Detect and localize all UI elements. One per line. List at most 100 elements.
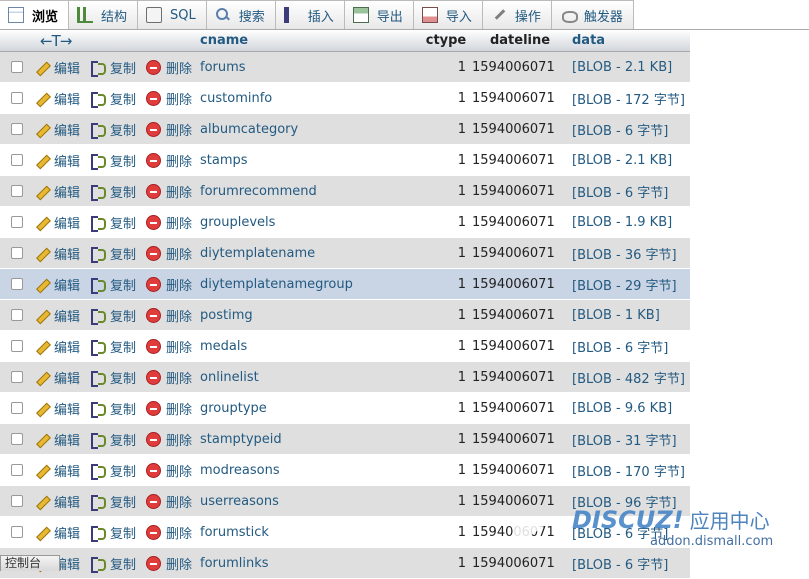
copy-button[interactable]: 复制 [90,461,136,480]
copy-button[interactable]: 复制 [90,523,136,542]
edit-button[interactable]: 编辑 [34,461,80,480]
table-row[interactable]: 编辑 复制 删除 onlinelist 1 1594006071 [BLOB - 482 字… [0,362,690,393]
delete-button[interactable]: 删除 [146,399,192,418]
cell-data-blob-link[interactable]: [BLOB - 1.9 KB] [568,215,690,230]
delete-button[interactable]: 删除 [146,244,192,263]
row-checkbox[interactable] [11,464,23,476]
table-row[interactable]: 编辑 复制 删除 forumrecommend 1 1594006071 [BLOB - 6… [0,176,690,207]
delete-button[interactable]: 删除 [146,337,192,356]
row-checkbox[interactable] [11,340,23,352]
row-checkbox[interactable] [11,526,23,538]
tab-3[interactable]: 搜索 [206,0,276,29]
tab-6[interactable]: 导入 [413,0,483,29]
copy-button[interactable]: 复制 [90,58,136,77]
delete-button[interactable]: 删除 [146,275,192,294]
cell-data-blob-link[interactable]: [BLOB - 6 字节] [568,554,690,573]
delete-button[interactable]: 删除 [146,523,192,542]
delete-button[interactable]: 删除 [146,492,192,511]
edit-button[interactable]: 编辑 [34,275,80,294]
column-arrows-toggle[interactable]: ←T→ [34,32,196,50]
delete-button[interactable]: 删除 [146,368,192,387]
cell-data-blob-link[interactable]: [BLOB - 6 字节] [568,337,690,356]
table-row[interactable]: 编辑 复制 删除 modreasons 1 1594006071 [BLOB - 170 字… [0,455,690,486]
edit-button[interactable]: 编辑 [34,523,80,542]
column-header-ctype[interactable]: ctype [420,33,472,48]
row-checkbox[interactable] [11,309,23,321]
row-checkbox[interactable] [11,402,23,414]
cell-data-blob-link[interactable]: [BLOB - 31 字节] [568,430,690,449]
tab-1[interactable]: 结构 [69,0,139,29]
edit-button[interactable]: 编辑 [34,306,80,325]
table-row[interactable]: 编辑 复制 删除 stamptypeid 1 1594006071 [BLOB - 31 字… [0,424,690,455]
table-row[interactable]: 编辑 复制 删除 forums 1 1594006071 [BLOB - 2.1 KB] [0,52,690,83]
cell-data-blob-link[interactable]: [BLOB - 2.1 KB] [568,60,690,75]
edit-button[interactable]: 编辑 [34,58,80,77]
delete-button[interactable]: 删除 [146,430,192,449]
copy-button[interactable]: 复制 [90,554,136,573]
tab-4[interactable]: 插入 [275,0,345,29]
row-checkbox[interactable] [11,61,23,73]
edit-button[interactable]: 编辑 [34,368,80,387]
cell-data-blob-link[interactable]: [BLOB - 6 字节] [568,120,690,139]
row-checkbox[interactable] [11,123,23,135]
cell-data-blob-link[interactable]: [BLOB - 482 字节] [568,368,690,387]
cell-data-blob-link[interactable]: [BLOB - 2.1 KB] [568,153,690,168]
delete-button[interactable]: 删除 [146,213,192,232]
copy-button[interactable]: 复制 [90,399,136,418]
table-row[interactable]: 编辑 复制 删除 postimg 1 1594006071 [BLOB - 1 KB] [0,300,690,331]
tab-7[interactable]: 操作 [482,0,552,29]
edit-button[interactable]: 编辑 [34,213,80,232]
copy-button[interactable]: 复制 [90,492,136,511]
column-header-data[interactable]: data [568,33,690,48]
table-row[interactable]: 编辑 复制 删除 grouplevels 1 1594006071 [BLOB - 1.9 … [0,207,690,238]
cell-data-blob-link[interactable]: [BLOB - 96 字节] [568,492,690,511]
table-row[interactable]: 编辑 复制 删除 stamps 1 1594006071 [BLOB - 2.1 KB] [0,145,690,176]
edit-button[interactable]: 编辑 [34,244,80,263]
row-checkbox[interactable] [11,495,23,507]
edit-button[interactable]: 编辑 [34,151,80,170]
edit-button[interactable]: 编辑 [34,430,80,449]
row-checkbox[interactable] [11,247,23,259]
copy-button[interactable]: 复制 [90,306,136,325]
row-checkbox[interactable] [11,154,23,166]
table-row[interactable]: 编辑 复制 删除 diytemplatenamegroup 1 1594006071 [BL… [0,269,690,300]
delete-button[interactable]: 删除 [146,89,192,108]
row-checkbox[interactable] [11,371,23,383]
copy-button[interactable]: 复制 [90,430,136,449]
copy-button[interactable]: 复制 [90,275,136,294]
delete-button[interactable]: 删除 [146,151,192,170]
copy-button[interactable]: 复制 [90,244,136,263]
tab-2[interactable]: SQL [138,0,207,29]
cell-data-blob-link[interactable]: [BLOB - 29 字节] [568,275,690,294]
edit-button[interactable]: 编辑 [34,89,80,108]
copy-button[interactable]: 复制 [90,120,136,139]
edit-button[interactable]: 编辑 [34,492,80,511]
copy-button[interactable]: 复制 [90,182,136,201]
cell-data-blob-link[interactable]: [BLOB - 6 字节] [568,523,690,542]
column-header-dateline[interactable]: dateline [472,33,568,48]
tab-0[interactable]: 浏览 [0,0,70,29]
copy-button[interactable]: 复制 [90,151,136,170]
table-row[interactable]: 编辑 复制 删除 medals 1 1594006071 [BLOB - 6 字节] [0,331,690,362]
copy-button[interactable]: 复制 [90,368,136,387]
cell-data-blob-link[interactable]: [BLOB - 170 字节] [568,461,690,480]
table-row[interactable]: 编辑 复制 删除 albumcategory 1 1594006071 [BLOB - 6 … [0,114,690,145]
copy-button[interactable]: 复制 [90,89,136,108]
row-checkbox[interactable] [11,216,23,228]
tab-5[interactable]: 导出 [344,0,414,29]
row-checkbox[interactable] [11,185,23,197]
row-checkbox[interactable] [11,278,23,290]
column-header-cname[interactable]: cname [196,33,420,48]
table-row[interactable]: 编辑 复制 删除 grouptype 1 1594006071 [BLOB - 9.6 KB… [0,393,690,424]
delete-button[interactable]: 删除 [146,306,192,325]
cell-data-blob-link[interactable]: [BLOB - 1 KB] [568,308,690,323]
row-checkbox[interactable] [11,433,23,445]
cell-data-blob-link[interactable]: [BLOB - 172 字节] [568,89,690,108]
tab-8[interactable]: 触发器 [551,0,634,29]
edit-button[interactable]: 编辑 [34,399,80,418]
cell-data-blob-link[interactable]: [BLOB - 36 字节] [568,244,690,263]
table-row[interactable]: 编辑 复制 删除 custominfo 1 1594006071 [BLOB - 172 字… [0,83,690,114]
table-row[interactable]: 编辑 复制 删除 forumlinks 1 1594006071 [BLOB - 6 字节] [0,548,690,579]
delete-button[interactable]: 删除 [146,182,192,201]
table-row[interactable]: 编辑 复制 删除 forumstick 1 1594006071 [BLOB - 6 字节] [0,517,690,548]
